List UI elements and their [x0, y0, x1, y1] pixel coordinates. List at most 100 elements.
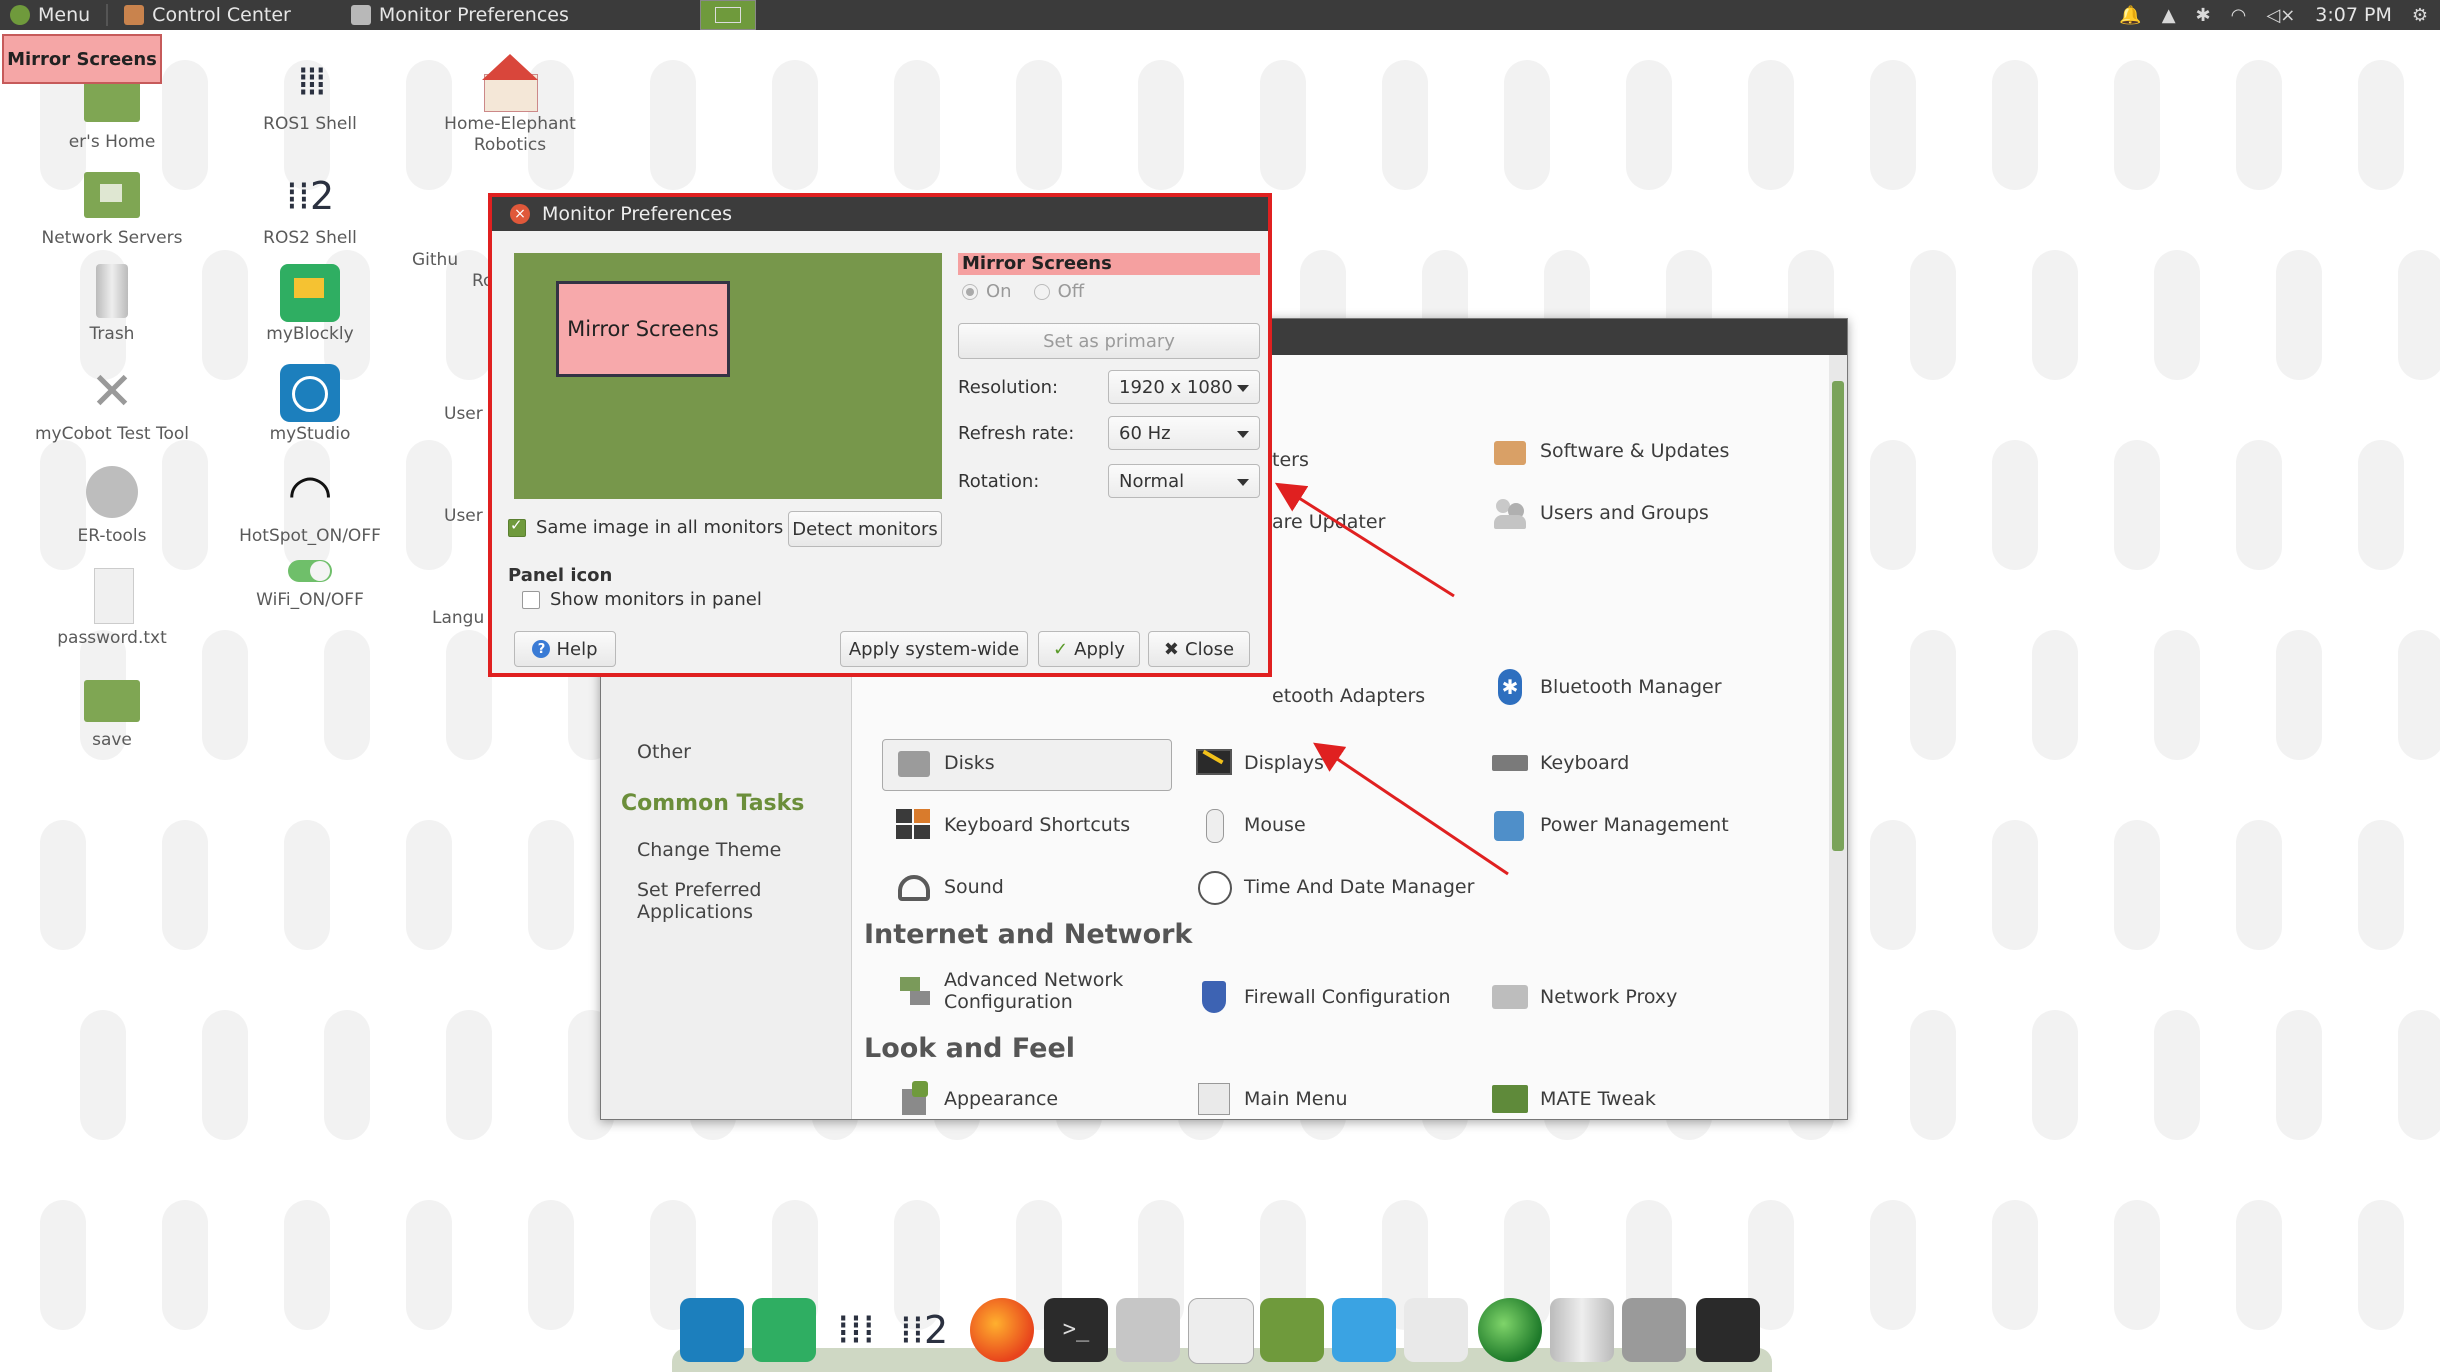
- settings-gear-icon[interactable]: ⚙: [2412, 5, 2428, 26]
- desktop-icon-home[interactable]: er's Home: [22, 72, 202, 153]
- item-appearance[interactable]: Appearance: [896, 1081, 1058, 1117]
- wallpaper-shape: [1138, 60, 1184, 190]
- desktop-icon-password-txt[interactable]: password.txt: [22, 568, 202, 649]
- menu-button[interactable]: Menu: [0, 0, 100, 30]
- monitor-preview-box[interactable]: Mirror Screens: [556, 281, 730, 377]
- mystudio-icon: [280, 364, 340, 422]
- refresh-rate-dropdown[interactable]: 60 Hz: [1108, 416, 1260, 450]
- desktop-icon-home-elephant[interactable]: Home-Elephant Robotics: [420, 54, 600, 156]
- desktop-icon-network-servers[interactable]: Network Servers: [22, 168, 202, 249]
- update-notifier-icon[interactable]: ▲: [2162, 5, 2176, 26]
- wifi-status-icon[interactable]: ◠: [2231, 5, 2247, 26]
- ros2-dock-icon[interactable]: ⁞⁞2: [892, 1298, 956, 1362]
- set-as-primary-button[interactable]: Set as primary: [958, 323, 1260, 359]
- taskbar-control-center[interactable]: Control Center: [114, 0, 301, 30]
- desktop-icon-myblockly[interactable]: myBlockly: [220, 264, 400, 345]
- radio-off[interactable]: Off: [1033, 281, 1084, 302]
- resolution-dropdown[interactable]: 1920 x 1080: [1108, 370, 1260, 404]
- notification-bell-icon[interactable]: 🔔: [2119, 5, 2141, 26]
- wallpaper-shape: [1992, 820, 2038, 950]
- item-sound[interactable]: Sound: [896, 869, 1004, 905]
- desktop-icon-mycobot-test-tool[interactable]: ✕ myCobot Test Tool: [22, 364, 202, 445]
- same-image-checkbox-row[interactable]: Same image in all monitors: [508, 516, 783, 538]
- item-keyboard[interactable]: Keyboard: [1492, 745, 1629, 781]
- item-bluetooth-adapters-partial[interactable]: etooth Adapters: [1272, 685, 1425, 707]
- mouse-icon: [1196, 807, 1232, 843]
- bluetooth-icon[interactable]: ✱: [2196, 5, 2211, 26]
- same-image-checkbox[interactable]: [508, 516, 526, 537]
- item-network-proxy[interactable]: Network Proxy: [1492, 979, 1677, 1015]
- desktop-icon-ros2-shell[interactable]: ⁞⁞2 ROS2 Shell: [220, 168, 400, 249]
- office-apps-icon[interactable]: [1404, 1298, 1468, 1362]
- apply-system-wide-button[interactable]: Apply system-wide: [840, 631, 1028, 667]
- item-time-date[interactable]: Time And Date Manager: [1196, 869, 1474, 905]
- item-mouse[interactable]: Mouse: [1196, 807, 1306, 843]
- show-in-panel-checkbox-row[interactable]: Show monitors in panel: [522, 589, 762, 610]
- ros1-dock-icon[interactable]: ⁞⁞⁞: [824, 1298, 888, 1362]
- desktop-icon-github-partial[interactable]: Githu Ro: [412, 250, 493, 292]
- task-change-theme[interactable]: Change Theme: [637, 839, 781, 861]
- desktop-icon-save[interactable]: save: [22, 670, 202, 751]
- wallpaper-shape: [2154, 250, 2200, 380]
- taskbar-monitor-preferences[interactable]: Monitor Preferences: [341, 0, 579, 30]
- mystudio-dock-icon[interactable]: [680, 1298, 744, 1362]
- mate-tweak-icon: [1492, 1081, 1528, 1117]
- radio-on[interactable]: On: [962, 281, 1012, 302]
- wallpaper-shape: [284, 820, 330, 950]
- monitor-preferences-titlebar[interactable]: × Monitor Preferences: [492, 197, 1268, 231]
- item-keyboard-shortcuts[interactable]: Keyboard Shortcuts: [896, 807, 1130, 843]
- task-set-preferred-apps-line1[interactable]: Set Preferred: [637, 879, 761, 901]
- monitor-preview-label: Mirror Screens: [567, 317, 719, 341]
- firefox-icon[interactable]: [970, 1298, 1034, 1362]
- item-users-groups[interactable]: Users and Groups: [1492, 495, 1709, 531]
- item-main-menu[interactable]: Main Menu: [1196, 1081, 1348, 1117]
- desktop-icon-trash[interactable]: Trash: [22, 264, 202, 345]
- wallpaper-shape: [2358, 820, 2404, 950]
- volume-muted-icon[interactable]: ◁×: [2266, 5, 2295, 26]
- help-button[interactable]: ? Help: [514, 631, 616, 667]
- wallpaper-shape: [2358, 440, 2404, 570]
- desktop-icon-hotspot[interactable]: ◠ HotSpot_ON/OFF: [220, 466, 400, 547]
- desktop-icon-wifi-toggle[interactable]: WiFi_ON/OFF: [220, 556, 400, 611]
- item-firewall[interactable]: Firewall Configuration: [1196, 979, 1451, 1015]
- desktop-icon-er-tools[interactable]: ER-tools: [22, 466, 202, 547]
- wallpaper-shape: [406, 440, 452, 570]
- myblockly-dock-icon[interactable]: [752, 1298, 816, 1362]
- file-manager-icon[interactable]: [1116, 1298, 1180, 1362]
- item-printers-partial[interactable]: ters: [1272, 449, 1309, 471]
- item-mate-tweak[interactable]: MATE Tweak: [1492, 1081, 1656, 1117]
- control-center-scrollbar[interactable]: [1829, 355, 1847, 1119]
- item-bluetooth-manager[interactable]: ✱ Bluetooth Manager: [1492, 669, 1722, 705]
- text-editor-icon[interactable]: [1188, 1298, 1254, 1364]
- item-advanced-network[interactable]: Advanced Network Configuration: [896, 969, 1123, 1013]
- wallpaper-shape: [162, 1200, 208, 1330]
- terminal-icon[interactable]: >_: [1044, 1298, 1108, 1362]
- monitor-layout-preview[interactable]: Mirror Screens: [514, 253, 942, 499]
- trash-dock-icon[interactable]: [1550, 1298, 1614, 1362]
- workspace-switcher[interactable]: [700, 0, 756, 30]
- desktop-icon-language-partial[interactable]: Langu: [432, 608, 492, 629]
- detect-monitors-button[interactable]: Detect monitors: [788, 511, 942, 547]
- item-disks[interactable]: Disks: [896, 745, 995, 781]
- control-center-dock-icon[interactable]: [1260, 1298, 1324, 1362]
- desktop-icon-ros1-shell[interactable]: ⁞⁞⁞ ROS1 Shell: [220, 54, 400, 135]
- close-button[interactable]: ✖ Close: [1148, 631, 1250, 667]
- task-set-preferred-apps-line2[interactable]: Applications: [637, 901, 753, 923]
- sidebar-item-other[interactable]: Other: [637, 741, 691, 763]
- green-orb-icon[interactable]: [1478, 1298, 1542, 1362]
- show-in-panel-checkbox[interactable]: [522, 590, 540, 609]
- window-icon[interactable]: [1332, 1298, 1396, 1362]
- item-displays[interactable]: Displays: [1196, 745, 1324, 781]
- item-software-updater-partial[interactable]: are Updater: [1272, 511, 1385, 533]
- item-software-updates[interactable]: Software & Updates: [1492, 433, 1729, 469]
- tools-dock-icon[interactable]: [1622, 1298, 1686, 1362]
- apply-button[interactable]: ✓ Apply: [1038, 631, 1140, 667]
- scrollbar-thumb[interactable]: [1832, 381, 1844, 851]
- wallpaper-shape: [2236, 1200, 2282, 1330]
- clock[interactable]: 3:07 PM: [2315, 4, 2392, 26]
- displays-dock-icon[interactable]: [1696, 1298, 1760, 1362]
- close-icon[interactable]: ×: [510, 204, 530, 224]
- item-power-management[interactable]: Power Management: [1492, 807, 1729, 843]
- desktop-icon-mystudio[interactable]: myStudio: [220, 364, 400, 445]
- rotation-dropdown[interactable]: Normal: [1108, 464, 1260, 498]
